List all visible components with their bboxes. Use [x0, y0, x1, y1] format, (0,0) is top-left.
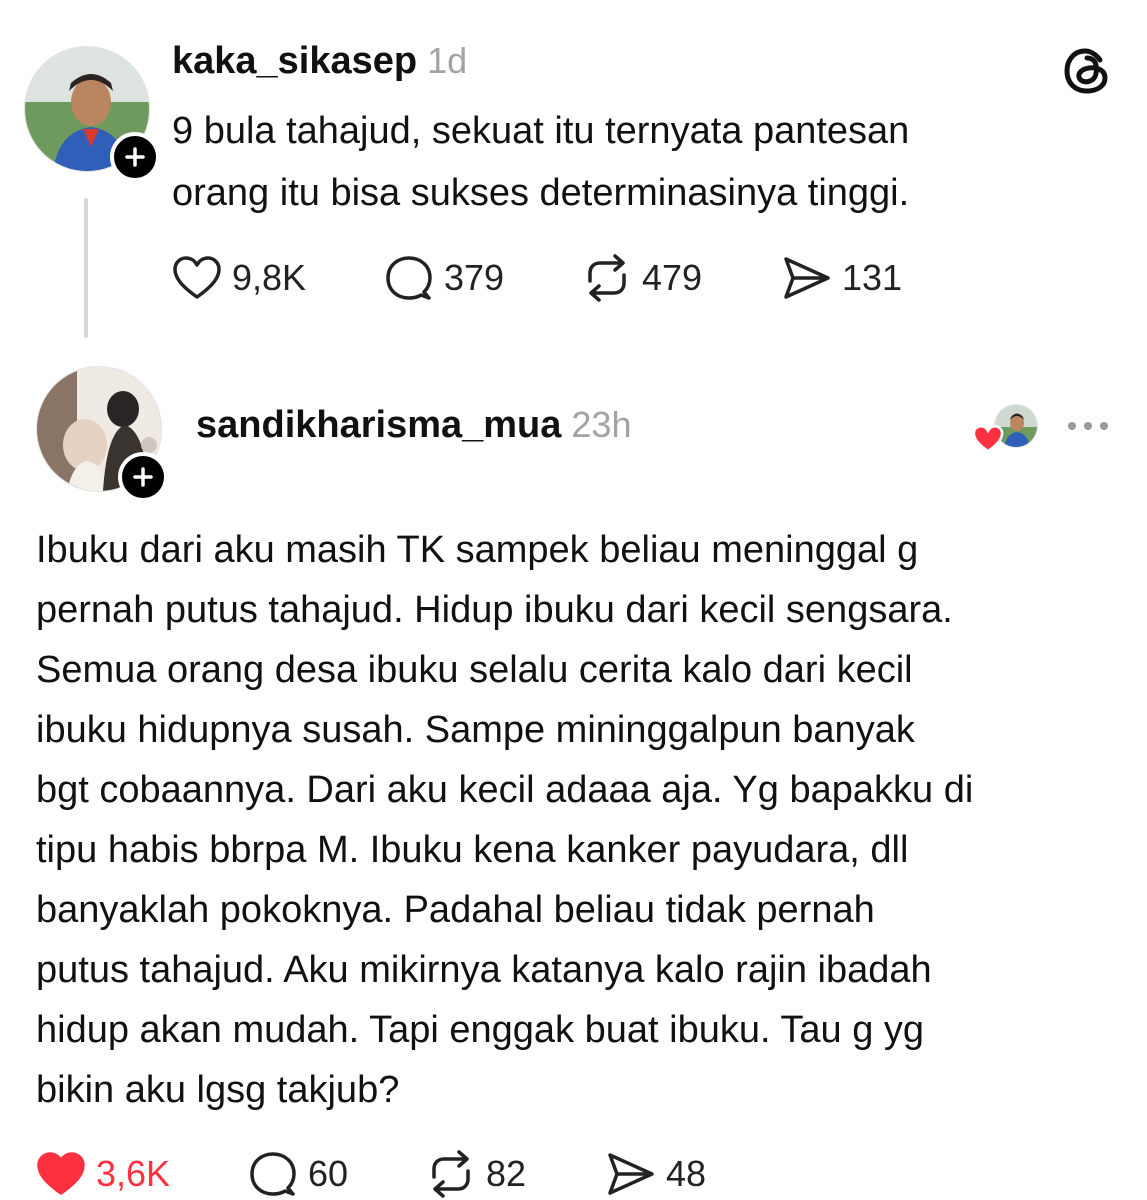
share-count: 131: [842, 257, 903, 298]
post-text: 9 bula tahajud, sekuat itu ternyata pant…: [172, 110, 910, 214]
reply-time: 23h: [571, 404, 632, 445]
author-username[interactable]: kaka_sikasep: [172, 40, 417, 83]
repost-button[interactable]: 82: [426, 1149, 606, 1199]
reply-button[interactable]: 60: [248, 1150, 426, 1198]
repost-icon: [588, 254, 626, 302]
heart-filled-icon: [972, 424, 1004, 453]
post-actions: 9,8K 379 479 131: [172, 252, 942, 304]
threads-logo-icon[interactable]: [1060, 44, 1114, 98]
plus-icon: [125, 147, 145, 167]
repost-count: 479: [642, 257, 703, 298]
share-button[interactable]: 131: [782, 255, 942, 301]
repost-count: 82: [486, 1153, 527, 1194]
replier-username[interactable]: sandikharisma_mua: [196, 404, 561, 447]
send-icon: [608, 1153, 654, 1195]
liked-by-author-indicator[interactable]: [970, 404, 1042, 454]
post-time: 1d: [427, 40, 468, 81]
heart-icon: [173, 256, 221, 299]
reply-count: 60: [308, 1153, 349, 1194]
more-dots-icon[interactable]: [1064, 414, 1112, 438]
reply-text: Ibuku dari aku masih TK sampek beliau me…: [36, 529, 974, 1111]
like-button[interactable]: 3,6K: [36, 1151, 248, 1197]
thread-line: [84, 198, 88, 338]
like-count: 9,8K: [232, 257, 307, 298]
share-button[interactable]: 48: [606, 1151, 746, 1197]
share-count: 48: [666, 1153, 707, 1194]
post-header: kaka_sikasep 1d: [172, 40, 467, 90]
speech-bubble-icon: [250, 1152, 296, 1196]
follow-button[interactable]: [118, 452, 168, 502]
like-count: 3,6K: [96, 1153, 171, 1194]
plus-icon: [133, 467, 153, 487]
reply-actions: 3,6K 60 82 48: [36, 1148, 746, 1200]
follow-button[interactable]: [110, 132, 160, 182]
repost-icon: [432, 1150, 470, 1198]
reply-count: 379: [444, 257, 505, 298]
like-button[interactable]: 9,8K: [172, 255, 384, 301]
reply-button[interactable]: 379: [384, 254, 582, 302]
speech-bubble-icon: [386, 256, 432, 300]
repost-button[interactable]: 479: [582, 253, 782, 303]
reply-header: sandikharisma_mua 23h: [196, 404, 631, 454]
heart-filled-icon: [37, 1152, 85, 1195]
send-icon: [784, 257, 830, 299]
